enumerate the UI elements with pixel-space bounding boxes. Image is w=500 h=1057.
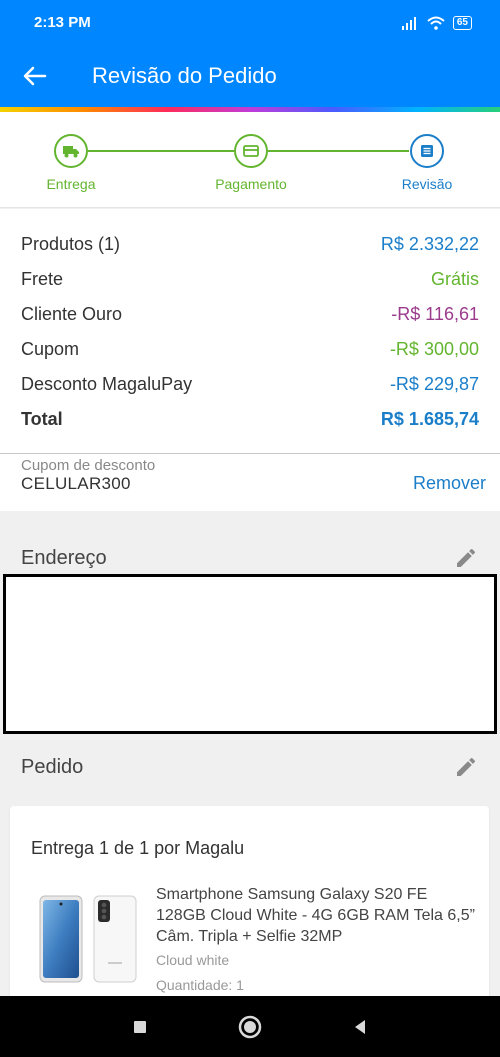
step-label: Pagamento [215,176,287,192]
step-pagamento[interactable]: Pagamento [201,134,301,192]
product-quantity: Quantidade: 1 [156,977,244,993]
home-button[interactable] [230,1007,270,1047]
summary-label: Total [21,409,63,429]
summary-label: Desconto MagaluPay [21,374,193,394]
recent-apps-button[interactable] [120,1007,160,1047]
order-card: Entrega 1 de 1 por Magalu Smartphone Sam… [10,806,489,1006]
summary-value: -R$ 229,87 [389,374,479,394]
triangle-back-icon [355,1019,365,1034]
step-label: Revisão [401,176,453,192]
step-revisao[interactable]: Revisão [377,134,477,192]
summary-row-cliente-ouro: Cliente Ouro -R$ 116,61 [21,297,479,332]
summary-label: Produtos (1) [21,234,121,254]
coupon-field[interactable]: Cupom de desconto CELULAR300 Remover [0,453,500,511]
step-entrega[interactable]: Entrega [21,134,121,192]
circle-icon [238,1015,262,1038]
system-nav-bar [0,996,500,1057]
checkout-stepper: Entrega Pagamento Revisão [0,112,500,208]
edit-order-button[interactable] [454,755,478,779]
remove-coupon-button[interactable]: Remover [413,473,486,494]
battery-icon: 65 [452,15,472,30]
coupon-code: CELULAR300 [21,474,131,493]
summary-label: Frete [21,269,64,289]
page-title: Revisão do Pedido [92,63,277,88]
delivery-title: Entrega 1 de 1 por Magalu [31,838,245,858]
document-icon [421,145,433,157]
coupon-placeholder: Cupom de desconto [21,457,156,474]
summary-row-magalupay: Desconto MagaluPay -R$ 229,87 [21,367,479,402]
order-title: Pedido [21,755,84,778]
phone-image [39,895,137,983]
summary-value: -R$ 116,61 [391,304,479,324]
address-title: Endereço [21,546,107,569]
step-circle [234,134,268,168]
summary-value: R$ 1.685,74 [380,409,479,429]
square-icon [134,1020,146,1033]
summary-value: R$ 2.332,22 [380,234,479,254]
status-bar: 2:13 PM 65 [0,0,500,45]
summary-row-produtos: Produtos (1) R$ 2.332,22 [21,227,479,262]
step-circle [54,134,88,168]
summary-value: Grátis [430,269,479,289]
coupon-row: CELULAR300 Remover [21,473,486,494]
card-icon [243,145,259,157]
pencil-icon [457,548,476,567]
product-color: Cloud white [156,952,230,968]
arrow-left-icon [23,66,47,86]
product-image [38,894,138,984]
summary-row-total: Total R$ 1.685,74 [21,402,479,437]
summary-label: Cliente Ouro [21,304,123,324]
app-bar: Revisão do Pedido [0,45,500,107]
summary-value: -R$ 300,00 [389,339,479,359]
step-label: Entrega [46,176,96,192]
summary-label: Cupom [21,339,80,359]
wifi-icon [427,16,445,30]
address-section-header: Endereço [0,538,500,578]
signal-icon [401,16,416,30]
order-section-header: Pedido [0,747,500,787]
status-time: 2:13 PM [34,14,91,31]
edit-address-button[interactable] [454,546,478,570]
status-icons: 65 [401,15,472,30]
summary-row-cupom: Cupom -R$ 300,00 [21,332,479,367]
truck-icon [63,146,79,158]
product-name: Smartphone Samsung Galaxy S20 FE 128GB C… [156,886,475,945]
back-nav-button[interactable] [340,1007,380,1047]
back-button[interactable] [0,45,70,107]
pencil-icon [457,757,476,776]
price-summary: Produtos (1) R$ 2.332,22 Frete Grátis Cl… [0,209,500,453]
address-box[interactable] [3,574,497,734]
summary-row-frete: Frete Grátis [21,262,479,297]
step-circle [410,134,444,168]
